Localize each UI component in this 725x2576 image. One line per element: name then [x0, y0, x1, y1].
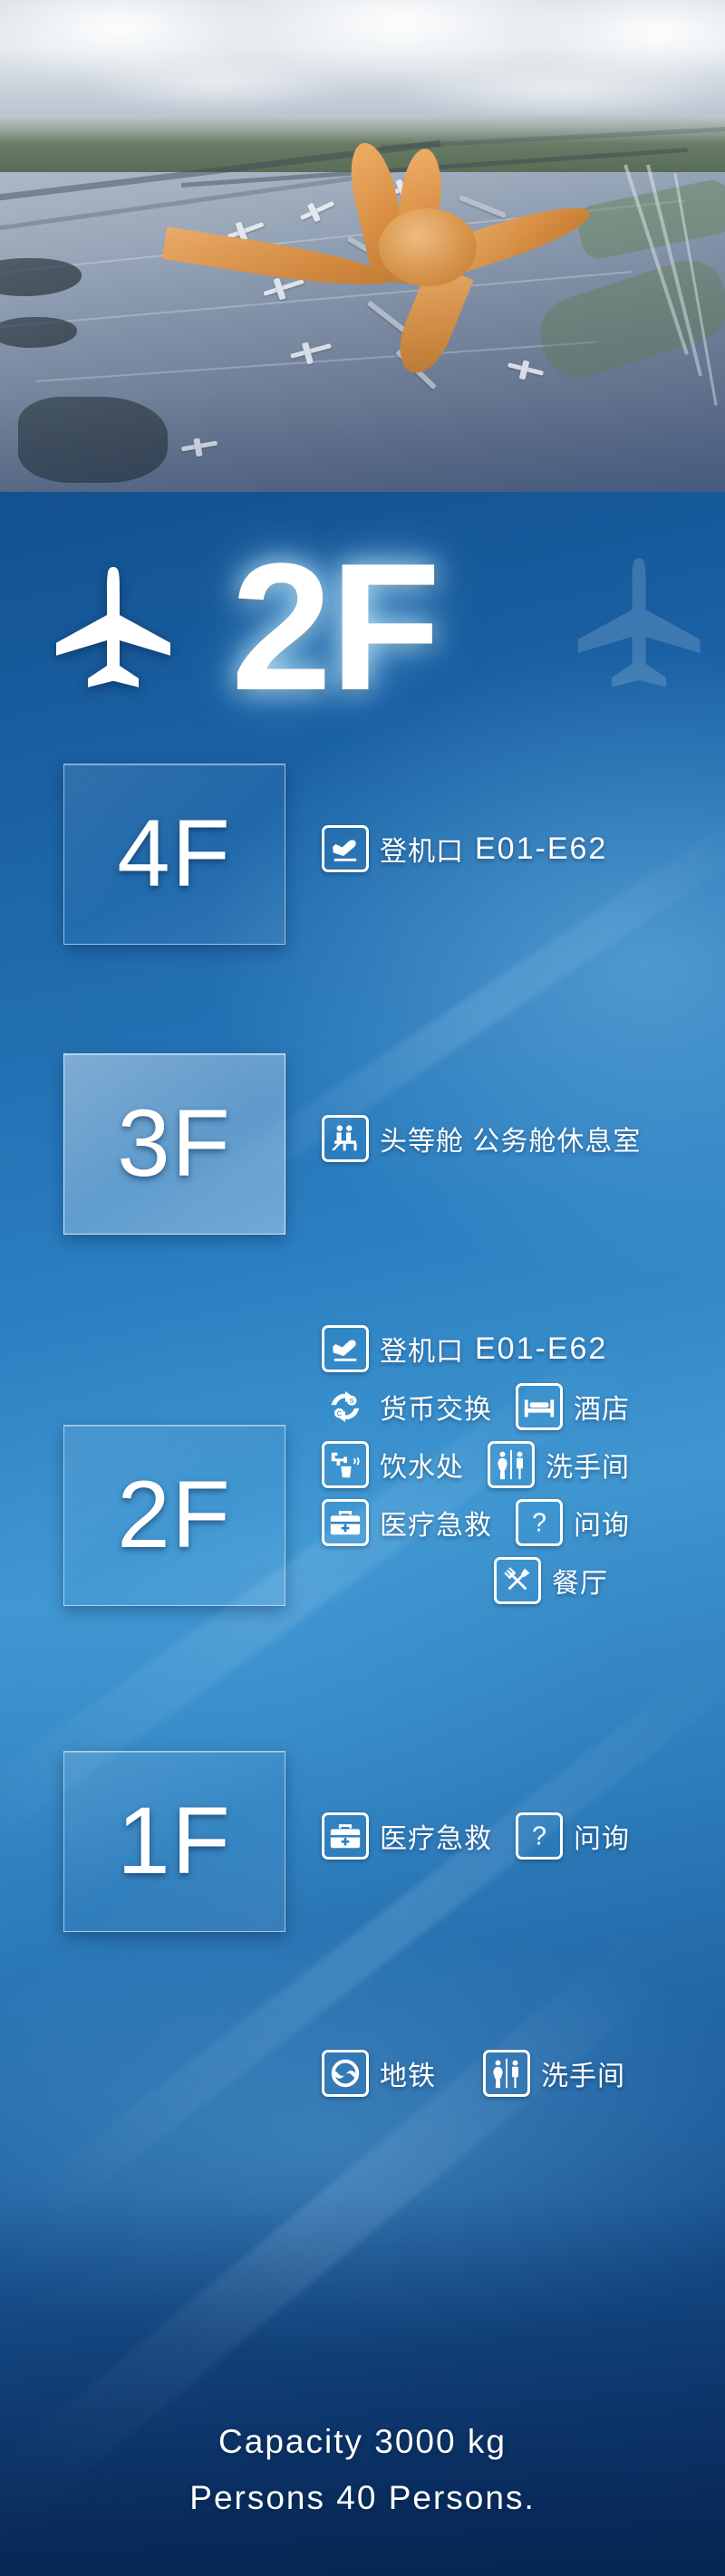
- restroom-icon: [488, 1441, 535, 1488]
- services-2f: 登机口 E01-E62 S C 货币交换 酒店 饮水处 洗手间 医疗急救 ? 问…: [322, 1325, 653, 1615]
- service-line: 头等舱 公务舱休息室: [322, 1115, 664, 1162]
- metro-icon: [322, 2050, 369, 2097]
- service-label: 医疗急救: [380, 1511, 492, 1541]
- capacity-info: Capacity 3000 kg Persons 40 Persons.: [0, 2414, 725, 2526]
- service-label: 饮水处: [380, 1453, 464, 1483]
- service-line: 登机口 E01-E62: [322, 825, 631, 872]
- airport-aerial-photo: [0, 0, 725, 492]
- service-label: 货币交换: [380, 1395, 492, 1425]
- transit-services: 地铁 洗手间: [322, 2050, 649, 2108]
- photo-haze-overlay: [0, 0, 725, 492]
- service-label: 餐厅: [552, 1569, 608, 1599]
- svg-text:S: S: [350, 1397, 354, 1405]
- svg-text:C: C: [337, 1409, 343, 1418]
- service-line: 医疗急救 ? 问询: [322, 1812, 653, 1860]
- floor-box-label: 4F: [117, 801, 232, 907]
- service-label: 登机口: [380, 1337, 464, 1367]
- service-line: 餐厅: [494, 1557, 653, 1604]
- services-4f: 登机口 E01-E62: [322, 825, 631, 883]
- floor-box-label: 3F: [117, 1091, 232, 1197]
- first-aid-kit-icon: [322, 1812, 369, 1860]
- capacity-persons-line: Persons 40 Persons.: [189, 2479, 536, 2516]
- service-label: 酒店: [574, 1395, 630, 1425]
- service-line: S C 货币交换 酒店: [322, 1383, 653, 1430]
- first-aid-kit-icon: [322, 1499, 369, 1546]
- services-1f: 医疗急救 ? 问询: [322, 1812, 653, 1870]
- floor-box-label: 2F: [117, 1462, 232, 1568]
- service-code: E01-E62: [475, 831, 608, 866]
- transit-row[interactable]: 地铁 洗手间: [0, 2050, 725, 2131]
- question-mark-icon: ?: [516, 1499, 563, 1546]
- service-line: 医疗急救 ? 问询: [322, 1499, 653, 1546]
- floor-box-1f[interactable]: 1F: [63, 1751, 285, 1932]
- service-label: 医疗急救: [380, 1824, 492, 1854]
- floor-box-4f[interactable]: 4F: [63, 764, 285, 945]
- services-3f: 头等舱 公务舱休息室: [322, 1115, 664, 1173]
- floor-directory-board: 2F 4F 登机口 E01-E62 3F 头等舱 公务舱休息室 2F 登机口 E…: [0, 492, 725, 2576]
- floor-box-3f[interactable]: 3F: [63, 1053, 285, 1235]
- service-code: E01-E62: [475, 1331, 608, 1366]
- floor-box-2f[interactable]: 2F: [63, 1425, 285, 1606]
- board-header: 2F: [0, 492, 725, 764]
- drinking-water-icon: [322, 1441, 369, 1488]
- current-floor-label: 2F: [231, 526, 440, 728]
- question-mark-icon: ?: [516, 1812, 563, 1860]
- svg-text:?: ?: [532, 1509, 546, 1538]
- lounge-seat-icon: [322, 1115, 369, 1162]
- service-label: 地铁: [380, 2062, 436, 2091]
- airplane-icon: [50, 564, 177, 691]
- service-label: 洗手间: [546, 1453, 630, 1483]
- currency-exchange-icon: S C: [322, 1383, 369, 1430]
- service-line: 地铁 洗手间: [322, 2050, 649, 2097]
- restaurant-icon: [494, 1557, 541, 1604]
- service-label: 问询: [574, 1511, 630, 1541]
- floor-row-3f[interactable]: 3F 头等舱 公务舱休息室: [0, 1053, 725, 1280]
- service-label: 洗手间: [541, 2062, 625, 2091]
- service-line: 饮水处 洗手间: [322, 1441, 653, 1488]
- restroom-icon: [483, 2050, 530, 2097]
- floor-row-4f[interactable]: 4F 登机口 E01-E62: [0, 764, 725, 990]
- hotel-bed-icon: [516, 1383, 563, 1430]
- service-label: 头等舱 公务舱休息室: [380, 1127, 642, 1157]
- floor-row-2f[interactable]: 2F 登机口 E01-E62 S C 货币交换 酒店 饮水处 洗手间 医疗急救 …: [0, 1325, 725, 1715]
- capacity-weight-line: Capacity 3000 kg: [218, 2423, 507, 2460]
- floor-box-label: 1F: [117, 1788, 232, 1894]
- service-line: 登机口 E01-E62: [322, 1325, 653, 1372]
- airplane-watermark-icon: [571, 555, 707, 691]
- service-label: 问询: [574, 1824, 630, 1854]
- svg-text:?: ?: [532, 1822, 546, 1851]
- departure-plane-icon: [322, 1325, 369, 1372]
- floor-row-1f[interactable]: 1F 医疗急救 ? 问询: [0, 1751, 725, 1977]
- service-label: 登机口: [380, 837, 464, 867]
- departure-plane-icon: [322, 825, 369, 872]
